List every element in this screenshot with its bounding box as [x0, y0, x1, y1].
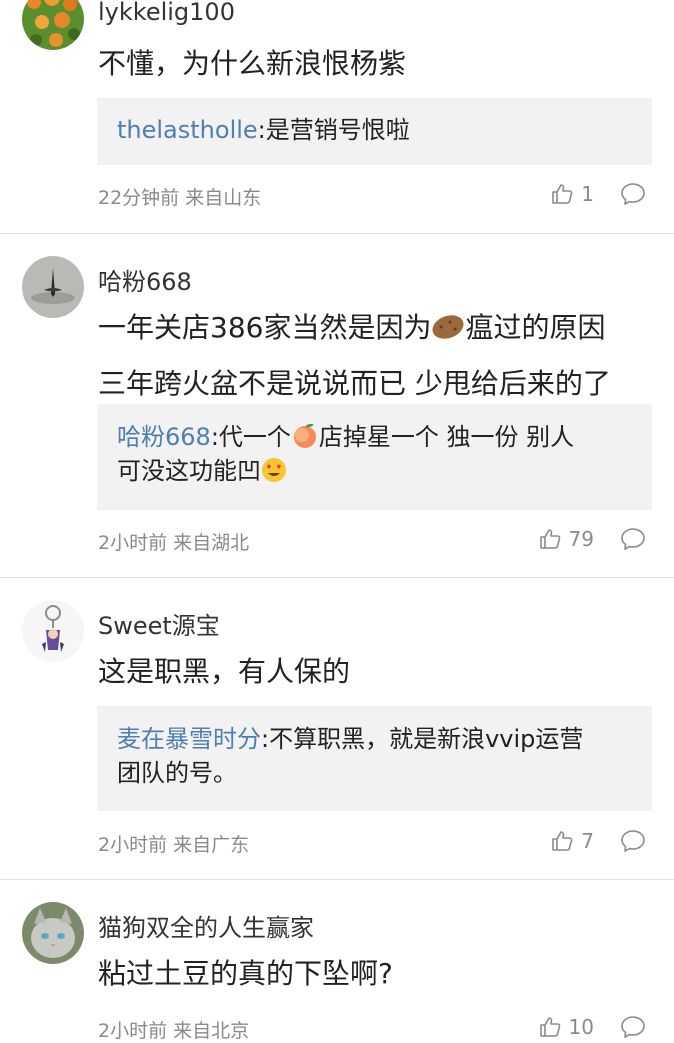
comment-bubble-icon [621, 183, 645, 205]
reply-button[interactable] [620, 1015, 646, 1043]
username[interactable]: 猫狗双全的人生赢家 [98, 908, 314, 943]
like-button[interactable]: 10 [539, 1015, 594, 1039]
reply-username[interactable]: thelastholle [117, 116, 258, 144]
comment-meta: 2小时前 来自广东 [98, 834, 250, 856]
thumbs-up-icon [552, 831, 573, 851]
avatar[interactable] [22, 0, 84, 50]
username[interactable]: Sweet源宝 [98, 606, 220, 641]
reply-content: 团队的号。 [117, 759, 237, 787]
reply-content: 是营销号恨啦 [265, 116, 410, 144]
peach-emoji [293, 423, 316, 448]
reply-box[interactable]: 哈粉668:代一个 店掉星一个 独一份 别人 可没这功能凹 [97, 404, 652, 510]
reply-content: 可没这功能凹 [117, 457, 261, 485]
comment-text-line: 不懂，为什么新浪恨杨紫 [98, 47, 407, 80]
comment-meta: 2小时前 来自湖北 [98, 532, 250, 554]
reply-button[interactable] [620, 829, 646, 857]
reply-box[interactable]: 麦在暴雪时分:不算职黑，就是新浪vvip运营 团队的号。 [97, 706, 652, 811]
comment-text: 一年关店386家当然是因为 瘟过的原因 三年跨火盆不是说说而已 少甩给后来的了 [98, 300, 611, 412]
like-count: 1 [581, 182, 594, 206]
like-button[interactable]: 1 [551, 182, 594, 206]
like-count: 79 [568, 527, 594, 551]
thumbs-up-icon [552, 184, 573, 204]
heart-eyes-emoji [262, 458, 286, 482]
comment-item: Sweet源宝 这是职黑，有人保的 麦在暴雪时分:不算职黑，就是新浪vvip运营… [0, 578, 674, 880]
like-button[interactable]: 7 [551, 829, 594, 853]
avatar[interactable] [22, 600, 84, 662]
comment-text-line: 一年关店386家当然是因为 瘟过的原因 [98, 311, 606, 344]
comment-meta: 22分钟前 来自山东 [98, 187, 262, 209]
reply-username[interactable]: 麦在暴雪时分 [117, 725, 261, 753]
comment-item: 哈粉668 一年关店386家当然是因为 瘟过的原因 三年跨火盆不是说说而已 少甩给… [0, 234, 674, 578]
reply-text: thelastholle:是营销号恨啦 [117, 113, 627, 147]
reply-content: 店掉星一个 独一份 别人 [318, 423, 575, 451]
reply-text: 哈粉668:代一个 店掉星一个 独一份 别人 可没这功能凹 [117, 420, 627, 488]
comment-meta: 2小时前 来自北京 [98, 1020, 250, 1042]
comment-item: lykkelig100 不懂，为什么新浪恨杨紫 thelastholle:是营销… [0, 0, 674, 234]
reply-content: 代一个 [218, 423, 291, 451]
avatar[interactable] [22, 902, 84, 964]
comment-text-line: 这是职黑，有人保的 [98, 655, 351, 688]
like-count: 7 [581, 829, 594, 853]
comment-bubble-icon [621, 830, 645, 852]
username[interactable]: lykkelig100 [98, 0, 235, 26]
reply-username[interactable]: 哈粉668 [117, 423, 211, 451]
reply-box[interactable]: thelastholle:是营销号恨啦 [97, 98, 652, 165]
reply-separator: : [261, 725, 270, 753]
username[interactable]: 哈粉668 [98, 262, 192, 297]
comment-text: 这是职黑，有人保的 [98, 644, 350, 700]
like-count: 10 [568, 1015, 594, 1039]
comment-text: 粘过土豆的真的下坠啊? [98, 946, 393, 1002]
comment-text-line: 粘过土豆的真的下坠啊? [98, 957, 393, 990]
reply-button[interactable] [620, 182, 646, 210]
reply-separator: : [210, 423, 219, 451]
comment-bubble-icon [621, 1016, 645, 1038]
reply-button[interactable] [620, 527, 646, 555]
potato-emoji [432, 315, 464, 339]
reply-content: 不算职黑，就是新浪vvip运营 [269, 725, 584, 753]
comment-text: 不懂，为什么新浪恨杨紫 [98, 36, 406, 92]
comment-item: 猫狗双全的人生赢家 粘过土豆的真的下坠啊? 2小时前 来自北京 10 [0, 880, 674, 1042]
comment-bubble-icon [621, 528, 645, 550]
reply-separator: : [257, 116, 266, 144]
thumbs-up-icon [539, 1017, 560, 1037]
thumbs-up-icon [539, 529, 560, 549]
reply-text: 麦在暴雪时分:不算职黑，就是新浪vvip运营 团队的号。 [117, 722, 627, 790]
like-button[interactable]: 79 [539, 527, 594, 551]
avatar[interactable] [22, 256, 84, 318]
